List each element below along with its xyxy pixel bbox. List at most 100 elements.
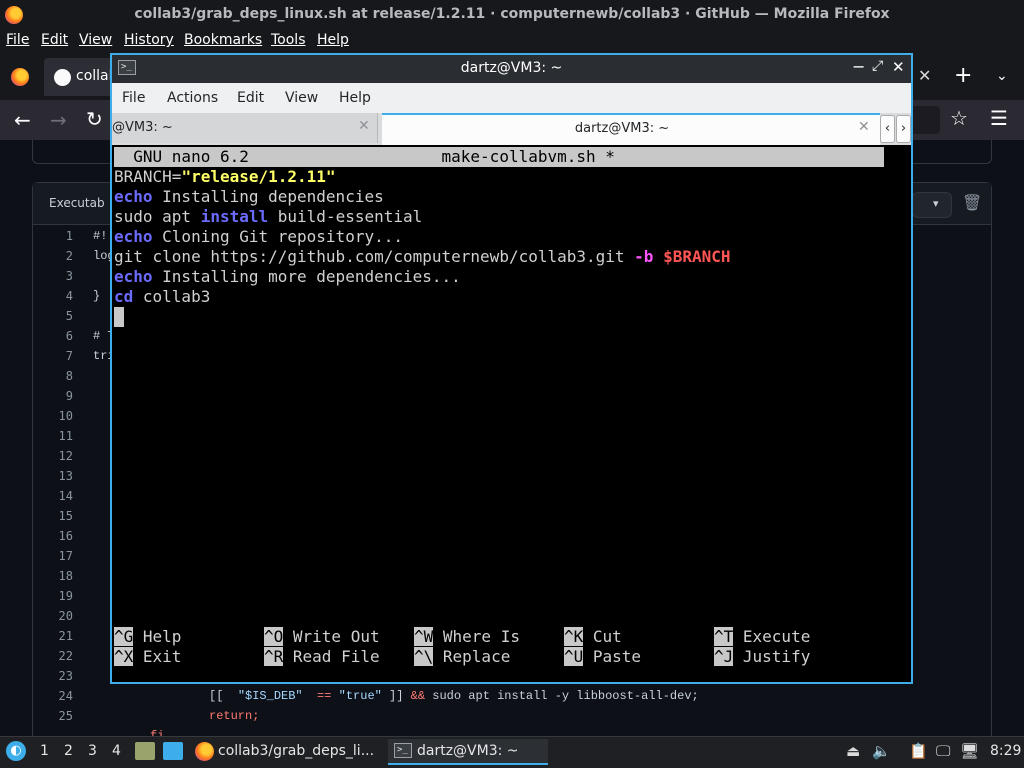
- terminal-tabbar: @VM3: ~ ✕ dartz@VM3: ~ ✕ ‹ ›: [112, 113, 911, 145]
- list-tabs-chevron-down-icon[interactable]: ⌄: [996, 68, 1008, 84]
- terminal-titlebar[interactable]: >_ dartz@VM3: ~ − ⤢ ✕: [112, 55, 911, 83]
- reload-icon[interactable]: ↻: [86, 107, 103, 131]
- terminal-icon: >_: [394, 743, 412, 758]
- shortcut-key: ^R: [264, 647, 284, 666]
- menu-help[interactable]: Help: [317, 32, 349, 48]
- volume-icon[interactable]: 🔈: [872, 742, 891, 760]
- code-token-string: "release/1.2.11": [181, 167, 336, 186]
- line-number: 8: [65, 369, 73, 383]
- shortcut-label: Paste: [583, 647, 642, 666]
- eject-icon[interactable]: ⏏: [846, 742, 860, 760]
- code-token: [[: [209, 689, 238, 703]
- forward-arrow-icon[interactable]: →: [50, 108, 67, 132]
- code-token: BRANCH=: [114, 167, 182, 186]
- shortcut-key: ^U: [564, 647, 584, 666]
- line-number: 7: [65, 349, 73, 363]
- show-desktop-icon[interactable]: [163, 742, 183, 760]
- caret-down-icon: ▾: [933, 197, 939, 210]
- tab-scroll-left-icon[interactable]: ‹: [880, 115, 895, 143]
- shortcut-where-is[interactable]: ^W Where Is: [414, 627, 520, 647]
- nano-header: GNU nano 6.2 make-collabvm.sh *: [114, 147, 885, 167]
- shortcut-label: Replace: [433, 647, 511, 666]
- desktop-3[interactable]: 3: [88, 743, 97, 759]
- file-manager-icon[interactable]: [135, 742, 155, 760]
- menu-edit[interactable]: Edit: [41, 32, 68, 48]
- menu-history[interactable]: History: [124, 32, 174, 48]
- shortcut-justify[interactable]: ^J Justify: [714, 647, 810, 667]
- terminal-menubar: File Actions Edit View Help: [112, 83, 911, 113]
- menu-file[interactable]: File: [6, 32, 29, 48]
- clock[interactable]: 8:29: [990, 743, 1021, 759]
- editor-line: sudo apt install build-essential: [114, 207, 422, 227]
- bookmark-star-icon[interactable]: ☆: [950, 106, 968, 130]
- network-icon[interactable]: 🖥: [960, 742, 979, 760]
- line-number: 12: [58, 449, 73, 463]
- line-number: 15: [58, 509, 73, 523]
- line-number: 19: [58, 589, 73, 603]
- shortcut-write-out[interactable]: ^O Write Out: [264, 627, 380, 647]
- desktop-2[interactable]: 2: [64, 743, 73, 759]
- firefox-view-icon[interactable]: [11, 68, 29, 86]
- app-launcher-icon[interactable]: ◐: [6, 741, 26, 761]
- terminal-window[interactable]: >_ dartz@VM3: ~ − ⤢ ✕ File Actions Edit …: [110, 53, 913, 684]
- close-tab-icon[interactable]: ✕: [858, 119, 870, 135]
- desktop-4[interactable]: 4: [112, 743, 121, 759]
- code-token-keyword: cd: [114, 287, 134, 306]
- new-tab-button[interactable]: +: [954, 63, 972, 88]
- code-line: fi: [150, 729, 165, 736]
- code-token: git clone https://github.com/computernew…: [114, 247, 635, 266]
- code-token-flag: -b: [634, 247, 654, 266]
- close-button[interactable]: ✕: [892, 58, 905, 76]
- code-token-keyword: echo: [114, 267, 153, 286]
- shortcut-help[interactable]: ^G Help: [114, 627, 181, 647]
- menu-tools[interactable]: Tools: [271, 32, 306, 48]
- shortcut-exit[interactable]: ^X Exit: [114, 647, 181, 667]
- shortcut-cut[interactable]: ^K Cut: [564, 627, 622, 647]
- menu-view[interactable]: View: [79, 32, 112, 48]
- shortcut-paste[interactable]: ^U Paste: [564, 647, 641, 667]
- menu-bookmarks[interactable]: Bookmarks: [184, 32, 262, 48]
- tab-scroll-right-icon[interactable]: ›: [896, 115, 911, 143]
- terminal-tab-1[interactable]: @VM3: ~ ✕: [112, 113, 378, 143]
- display-icon[interactable]: 🖵: [936, 742, 950, 760]
- terminal-menu-file[interactable]: File: [122, 90, 145, 106]
- desktop-1[interactable]: 1: [40, 743, 49, 759]
- shortcut-replace[interactable]: ^\ Replace: [414, 647, 510, 667]
- minimize-button[interactable]: −: [852, 57, 865, 76]
- line-number: 22: [58, 649, 73, 663]
- file-mode-label: Executab: [49, 196, 105, 210]
- trash-icon[interactable]: 🗑: [962, 193, 982, 212]
- code-line: }: [93, 289, 101, 303]
- code-line: #!: [93, 229, 108, 243]
- file-actions-select[interactable]: [912, 192, 952, 218]
- terminal-menu-actions[interactable]: Actions: [167, 90, 218, 106]
- code-token-keyword: install: [200, 207, 269, 226]
- clipboard-icon[interactable]: 📋: [909, 742, 928, 760]
- close-tab-icon[interactable]: ✕: [358, 118, 370, 134]
- terminal-menu-view[interactable]: View: [285, 90, 318, 106]
- line-number: 18: [58, 569, 73, 583]
- back-arrow-icon[interactable]: ←: [14, 108, 31, 132]
- nano-editor[interactable]: GNU nano 6.2 make-collabvm.sh * BRANCH="…: [114, 147, 911, 682]
- taskbar-firefox-label: collab3/grab_deps_li...: [218, 743, 375, 759]
- app-menu-icon[interactable]: ☰: [990, 106, 1008, 130]
- code-token-keyword: echo: [114, 187, 153, 206]
- line-number: 14: [58, 489, 73, 503]
- editor-line: git clone https://github.com/computernew…: [114, 247, 731, 267]
- terminal-menu-edit[interactable]: Edit: [237, 90, 264, 106]
- terminal-menu-help[interactable]: Help: [339, 90, 371, 106]
- shortcut-execute[interactable]: ^T Execute: [714, 627, 810, 647]
- close-tab-icon[interactable]: ✕: [918, 66, 931, 85]
- code-token-string: "true": [338, 689, 382, 703]
- line-number: 5: [65, 309, 73, 323]
- shortcut-key: ^X: [114, 647, 134, 666]
- line-number: 24: [58, 689, 73, 703]
- terminal-tab-2-active[interactable]: dartz@VM3: ~ ✕: [382, 113, 880, 145]
- code-token: ]]: [381, 689, 411, 703]
- shortcut-read-file[interactable]: ^R Read File: [264, 647, 380, 667]
- maximize-button[interactable]: ⤢: [872, 58, 883, 74]
- code-token-operator: &&: [410, 689, 426, 703]
- code-token-operator: ==: [317, 689, 332, 703]
